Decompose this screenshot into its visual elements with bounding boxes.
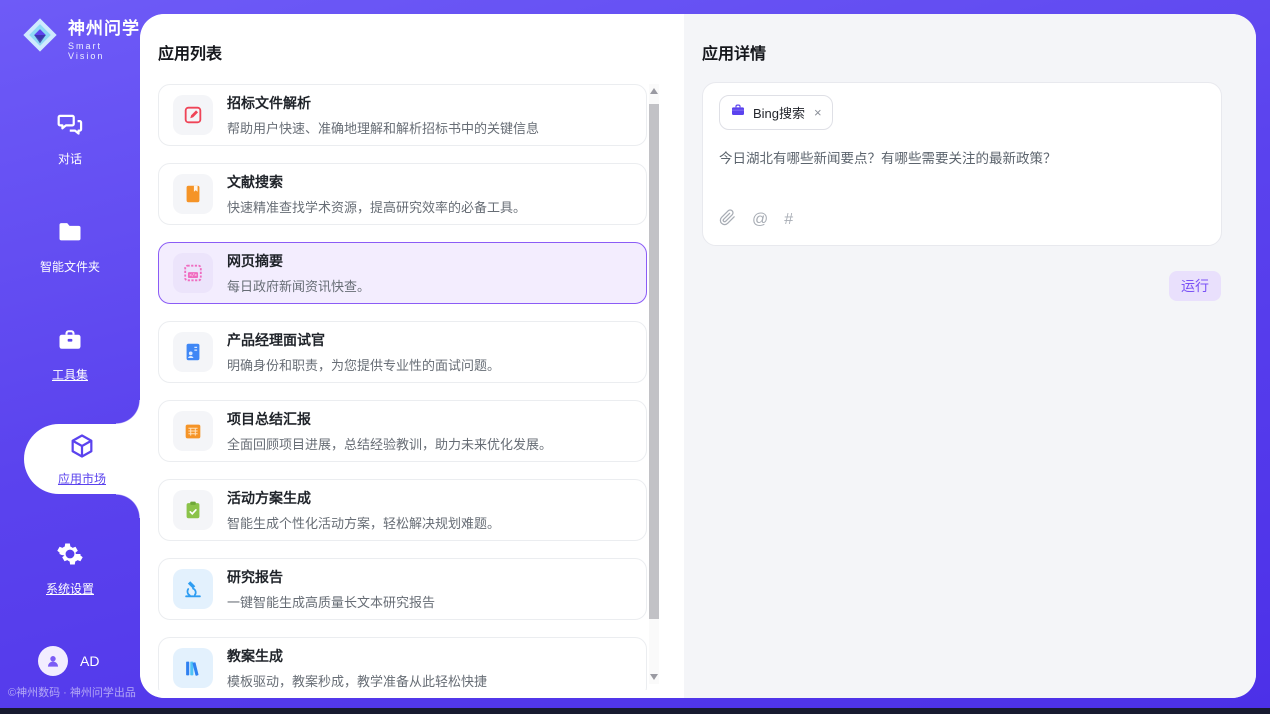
- app-name: 活动方案生成: [227, 488, 500, 508]
- app-name: 项目总结汇报: [227, 409, 552, 429]
- briefcase-icon: [730, 102, 746, 123]
- user-name: AD: [80, 653, 99, 669]
- app-list-panel: 应用列表 招标文件解析 帮助用户快速、准确地理解和解析招标书中的关键信息: [140, 14, 684, 698]
- chat-bubbles-icon: [56, 110, 84, 143]
- window-bottom-edge: [0, 708, 1270, 714]
- app-detail-title: 应用详情: [702, 40, 766, 64]
- brand-logo: 神州问学 Smart Vision: [20, 14, 140, 61]
- folder-icon: [56, 218, 84, 251]
- query-input[interactable]: 今日湖北有哪些新闻要点？有哪些需要关注的最新政策？: [719, 149, 1199, 169]
- app-name: 网页摘要: [227, 251, 370, 271]
- app-card-research-report[interactable]: 研究报告 一键智能生成高质量长文本研究报告: [158, 558, 647, 620]
- edit-square-icon: [173, 95, 213, 135]
- sidebar-item-label: 智能文件夹: [40, 258, 100, 275]
- diamond-logo-icon: [20, 15, 60, 60]
- sidebar-item-label: 工具集: [52, 366, 88, 383]
- scrollbar-thumb[interactable]: [649, 104, 659, 619]
- user-account[interactable]: AD: [38, 646, 99, 676]
- gear-icon: [56, 540, 84, 573]
- run-button[interactable]: 运行: [1169, 271, 1221, 301]
- sidebar-item-label: 对话: [58, 150, 82, 167]
- person-avatar-icon: [38, 646, 68, 676]
- svg-text:</>: </>: [189, 274, 197, 279]
- paperclip-icon[interactable]: [719, 209, 736, 231]
- scroll-down-icon[interactable]: [649, 670, 659, 684]
- sidebar-item-app-market-active[interactable]: 应用市场: [24, 424, 140, 494]
- close-icon[interactable]: ×: [814, 105, 822, 120]
- active-tab-top-curve: [116, 400, 140, 424]
- cube-icon: [68, 432, 96, 465]
- sidebar: 神州问学 Smart Vision 对话 智能文件夹 工具集: [0, 0, 140, 708]
- brand-subtitle: Smart Vision: [68, 41, 140, 61]
- app-name: 产品经理面试官: [227, 330, 500, 350]
- brand-name: 神州问学: [68, 14, 140, 39]
- mention-at-icon[interactable]: @: [752, 211, 768, 229]
- browser-code-icon: </>: [173, 253, 213, 293]
- clipboard-check-icon: [173, 490, 213, 530]
- query-editor-card[interactable]: Bing搜索 × 今日湖北有哪些新闻要点？有哪些需要关注的最新政策？ @ #: [702, 82, 1222, 246]
- app-list: 招标文件解析 帮助用户快速、准确地理解和解析招标书中的关键信息 文献搜索 快速精…: [158, 84, 647, 690]
- microscope-icon: [173, 569, 213, 609]
- tool-chip-bing-search[interactable]: Bing搜索 ×: [719, 95, 833, 130]
- sidebar-item-label: 系统设置: [46, 580, 94, 597]
- sidebar-footer: ©神州数码 · 神州问学出品: [8, 684, 140, 700]
- app-card-lesson-plan[interactable]: 教案生成 模板驱动，教案秒成，教学准备从此轻松快捷: [158, 637, 647, 690]
- scroll-up-icon[interactable]: [649, 84, 659, 98]
- app-card-bid-analysis[interactable]: 招标文件解析 帮助用户快速、准确地理解和解析招标书中的关键信息: [158, 84, 647, 146]
- app-desc: 智能生成个性化活动方案，轻松解决规划难题。: [227, 513, 500, 532]
- app-desc: 一键智能生成高质量长文本研究报告: [227, 592, 435, 611]
- app-card-web-summary-selected[interactable]: </> 网页摘要 每日政府新闻资讯快查。: [158, 242, 647, 304]
- app-name: 教案生成: [227, 646, 487, 666]
- app-card-pm-interviewer[interactable]: 产品经理面试官 明确身份和职责，为您提供专业性的面试问题。: [158, 321, 647, 383]
- app-desc: 全面回顾项目进展，总结经验教训，助力未来优化发展。: [227, 434, 552, 453]
- app-desc: 快速精准查找学术资源，提高研究效率的必备工具。: [227, 197, 526, 216]
- app-card-literature-search[interactable]: 文献搜索 快速精准查找学术资源，提高研究效率的必备工具。: [158, 163, 647, 225]
- main-panel: 应用列表 招标文件解析 帮助用户快速、准确地理解和解析招标书中的关键信息: [140, 14, 1256, 698]
- book-icon: [173, 174, 213, 214]
- app-name: 研究报告: [227, 567, 435, 587]
- active-tab-bottom-curve: [116, 494, 140, 518]
- app-desc: 明确身份和职责，为您提供专业性的面试问题。: [227, 355, 500, 374]
- app-name: 文献搜索: [227, 172, 526, 192]
- app-desc: 帮助用户快速、准确地理解和解析招标书中的关键信息: [227, 118, 539, 137]
- app-detail-panel: 应用详情 Bing搜索 × 今日湖北有哪些新闻要点？有哪些需要关注的最新政策？: [684, 14, 1256, 698]
- briefcase-icon: [56, 326, 84, 359]
- sidebar-item-toolset[interactable]: 工具集: [0, 326, 140, 383]
- app-list-scrollbar[interactable]: [649, 84, 659, 684]
- app-name: 招标文件解析: [227, 93, 539, 113]
- sidebar-item-chat[interactable]: 对话: [0, 110, 140, 167]
- sidebar-item-smart-folder[interactable]: 智能文件夹: [0, 218, 140, 275]
- sidebar-item-settings[interactable]: 系统设置: [0, 540, 140, 597]
- app-card-project-summary[interactable]: 项目总结汇报 全面回顾项目进展，总结经验教训，助力未来优化发展。: [158, 400, 647, 462]
- app-card-event-plan[interactable]: 活动方案生成 智能生成个性化活动方案，轻松解决规划难题。: [158, 479, 647, 541]
- app-list-title: 应用列表: [158, 40, 222, 64]
- app-desc: 每日政府新闻资讯快查。: [227, 276, 370, 295]
- app-desc: 模板驱动，教案秒成，教学准备从此轻松快捷: [227, 671, 487, 690]
- calendar-grid-icon: [173, 411, 213, 451]
- hashtag-icon[interactable]: #: [784, 211, 793, 229]
- editor-toolbar: @ #: [719, 209, 793, 231]
- tool-chip-label: Bing搜索: [753, 103, 805, 122]
- books-icon: [173, 648, 213, 688]
- person-document-icon: [173, 332, 213, 372]
- sidebar-item-label: 应用市场: [58, 470, 106, 487]
